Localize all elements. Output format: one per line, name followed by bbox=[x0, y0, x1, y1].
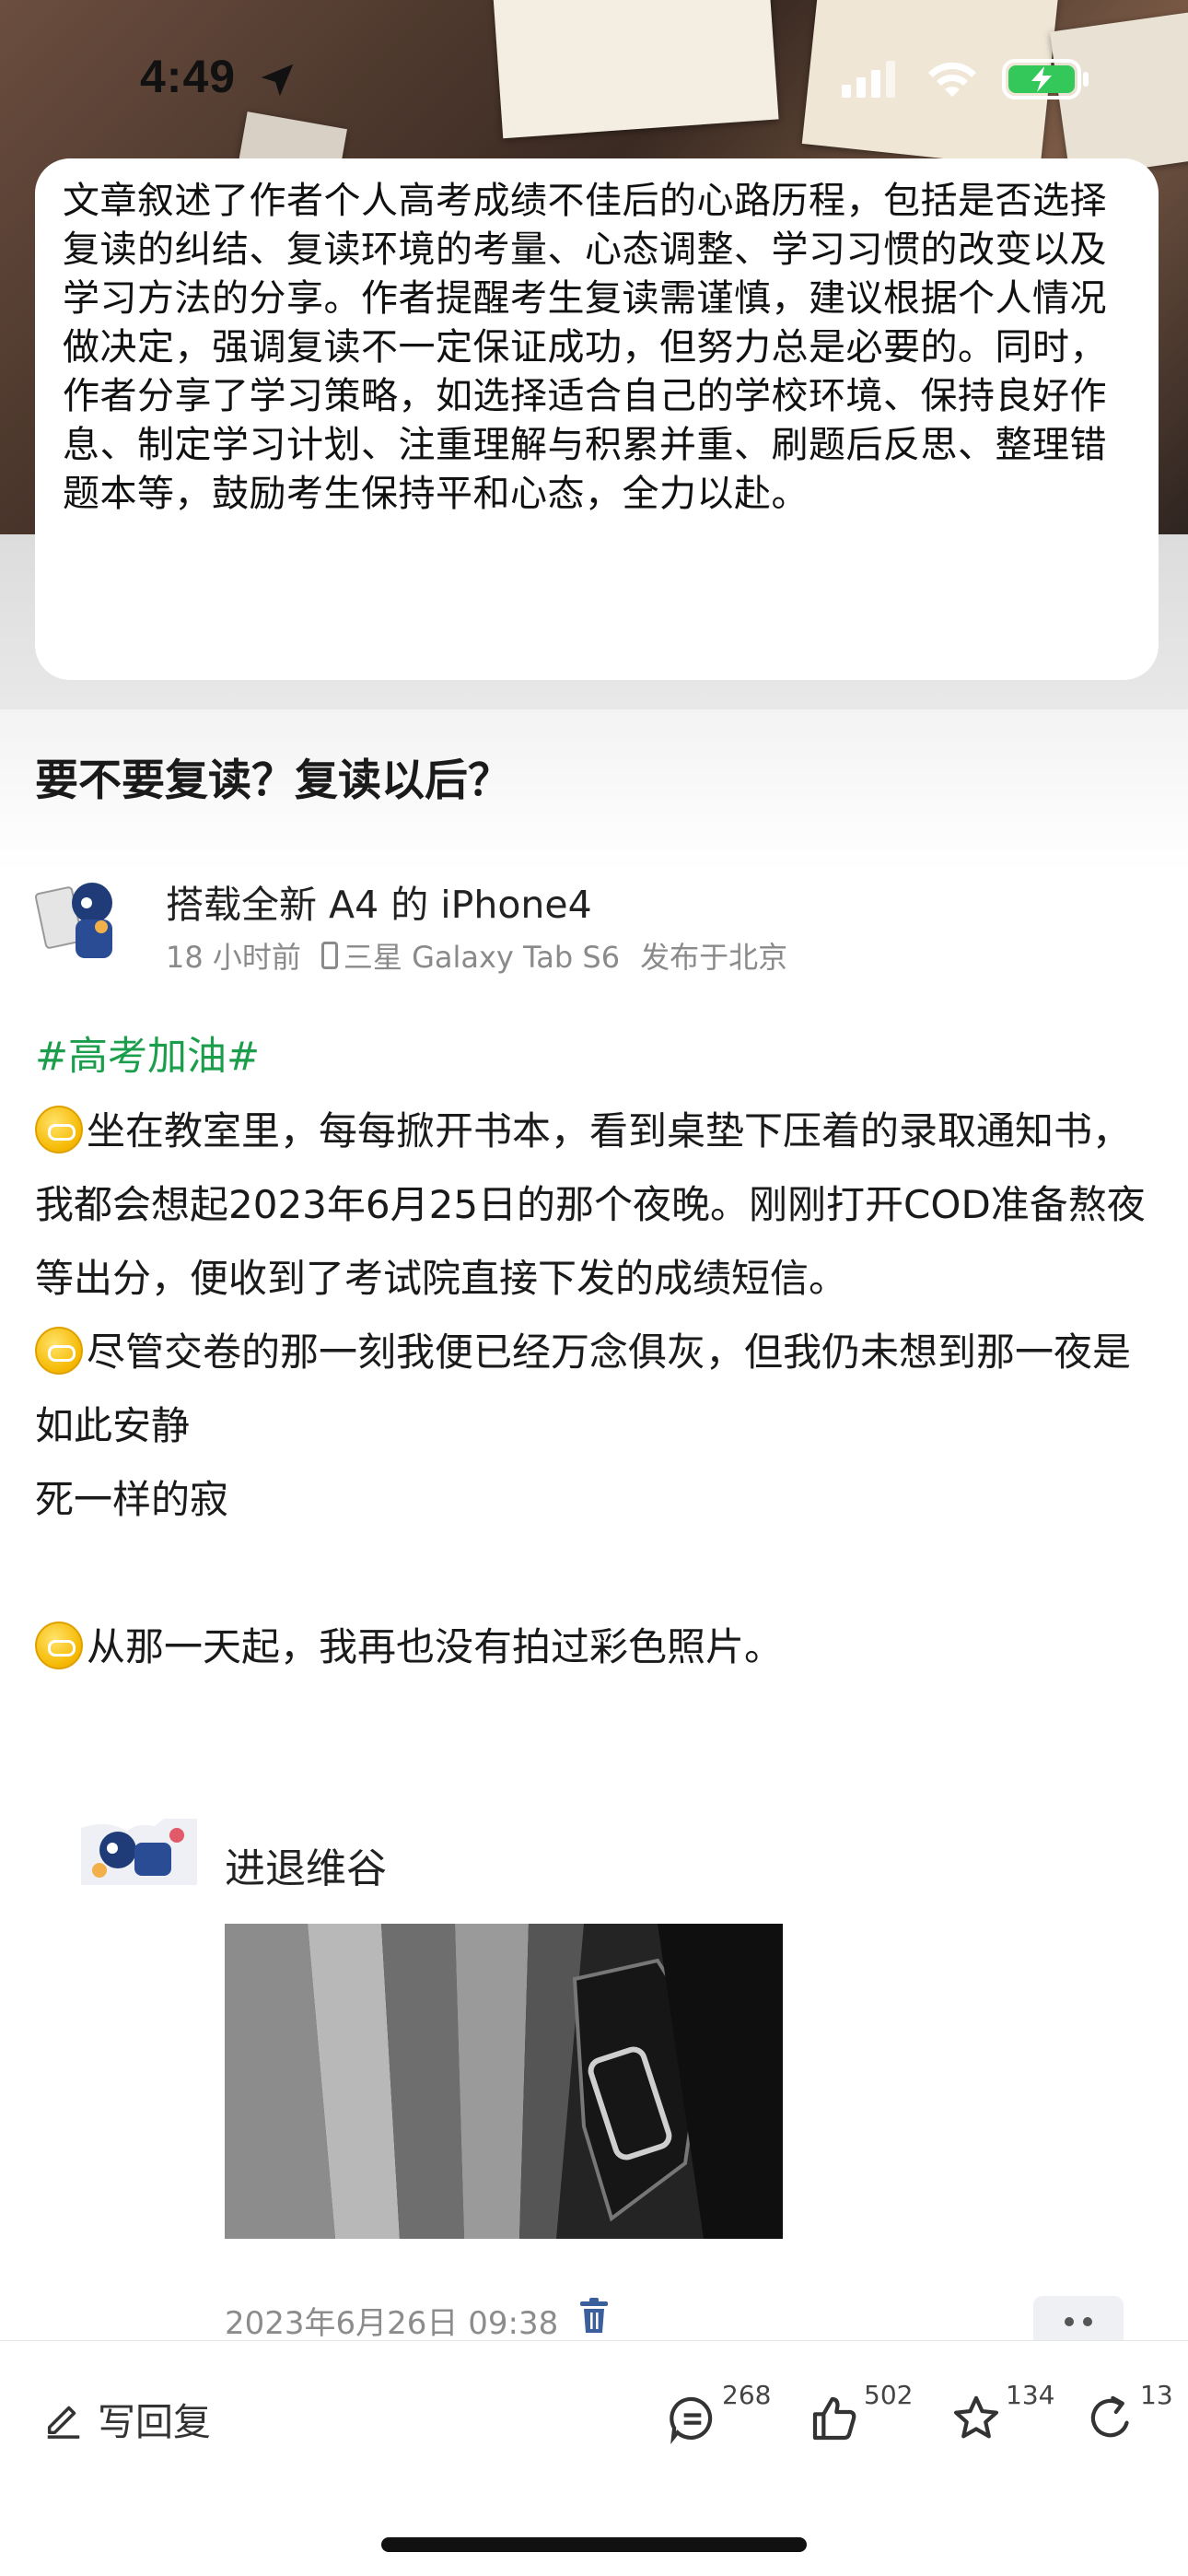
cellular-signal-icon bbox=[842, 61, 895, 98]
coin-emoji-icon bbox=[35, 1106, 83, 1153]
pencil-icon bbox=[47, 2406, 80, 2439]
post-time: 18 小时前 bbox=[166, 940, 301, 975]
device-icon bbox=[320, 942, 338, 969]
summary-text: 文章叙述了作者个人高考成绩不佳后的心路历程，包括是否选择复读的纠结、复读环境的考… bbox=[63, 180, 1107, 515]
post-meta: 18 小时前 三星 Galaxy Tab S6 发布于北京 bbox=[166, 934, 787, 977]
share-icon bbox=[1090, 2395, 1129, 2438]
comment-icon bbox=[670, 2396, 713, 2444]
post-title: 要不要复读？复读以后？ bbox=[35, 755, 511, 806]
post-device: 三星 Galaxy Tab S6 bbox=[320, 934, 621, 977]
wifi-icon bbox=[928, 62, 976, 97]
share-button[interactable]: 13 bbox=[1085, 2380, 1173, 2444]
battery-charging-icon bbox=[1002, 59, 1089, 100]
thumbs-up-icon bbox=[812, 2396, 856, 2441]
dot-icon bbox=[1065, 2317, 1074, 2326]
coin-emoji-icon bbox=[35, 1327, 83, 1375]
favorite-button[interactable]: 134 bbox=[950, 2380, 1054, 2444]
author-avatar[interactable] bbox=[35, 872, 123, 967]
coin-emoji-icon bbox=[35, 1622, 83, 1669]
body-paragraph: 尽管交卷的那一刻我便已经万念俱灰，但我仍未想到那一夜是如此安静 bbox=[35, 1316, 1159, 1463]
author-name[interactable]: 搭载全新 A4 的 iPhone4 bbox=[166, 873, 592, 929]
topic-tag[interactable]: #高考加油# bbox=[35, 1025, 260, 1082]
trash-icon[interactable] bbox=[578, 2298, 610, 2335]
like-count: 502 bbox=[864, 2380, 914, 2410]
post-location: 发布于北京 bbox=[640, 940, 788, 975]
favorite-count: 134 bbox=[1006, 2380, 1055, 2410]
write-reply-label: 写回复 bbox=[98, 2400, 211, 2444]
location-arrow-icon bbox=[261, 64, 294, 97]
share-count: 13 bbox=[1140, 2380, 1173, 2410]
quote-date: 2023年6月26日 09:38 bbox=[225, 2305, 559, 2342]
dot-icon bbox=[1083, 2317, 1092, 2326]
quote-photo[interactable] bbox=[225, 1924, 783, 2239]
body-paragraph: 死一样的寂 bbox=[35, 1477, 229, 1522]
star-icon bbox=[953, 2395, 999, 2439]
comment-count: 268 bbox=[722, 2380, 772, 2410]
like-button[interactable]: 502 bbox=[809, 2380, 913, 2444]
device-name: 三星 Galaxy Tab S6 bbox=[343, 940, 621, 975]
home-indicator[interactable] bbox=[381, 2537, 807, 2552]
post-body: 坐在教室里，每每掀开书本，看到桌垫下压着的录取通知书，我都会想起2023年6月2… bbox=[35, 1095, 1159, 1684]
quote-author-avatar[interactable] bbox=[81, 1819, 197, 1885]
body-paragraph: 从那一天起，我再也没有拍过彩色照片。 bbox=[35, 1610, 1159, 1684]
write-reply-button[interactable]: 写回复 bbox=[42, 2391, 211, 2446]
status-time: 4:49 bbox=[140, 51, 237, 102]
quote-author-name[interactable]: 进退维谷 bbox=[225, 1835, 387, 1894]
status-bar: 4:49 bbox=[0, 0, 1188, 157]
ai-summary-card: 文章叙述了作者个人高考成绩不佳后的心路历程，包括是否选择复读的纠结、复读环境的考… bbox=[35, 158, 1159, 680]
comment-button[interactable]: 268 bbox=[667, 2380, 771, 2444]
body-paragraph: 坐在教室里，每每掀开书本，看到桌垫下压着的录取通知书，我都会想起2023年6月2… bbox=[35, 1095, 1159, 1316]
